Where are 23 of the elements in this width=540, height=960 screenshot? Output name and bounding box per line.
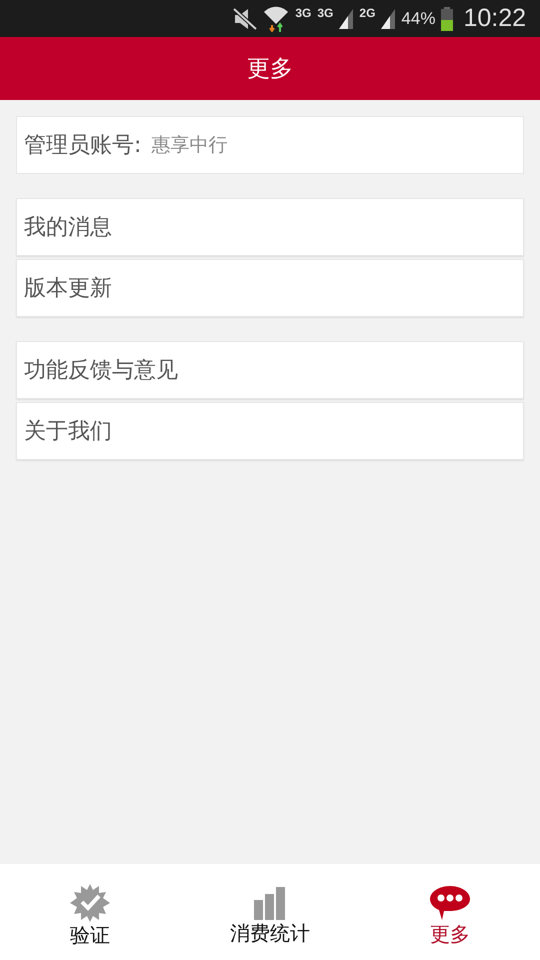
- signal-icon: [339, 8, 354, 28]
- verified-seal-icon: [70, 884, 110, 922]
- nav-tab[interactable]: 更多: [360, 864, 540, 960]
- battery-percent: 44%: [401, 8, 436, 28]
- network-type: 2G: [359, 6, 376, 20]
- network-type: 3G: [295, 6, 312, 20]
- chat-bubble-icon: [429, 885, 471, 921]
- account-value: 惠享中行: [151, 133, 228, 158]
- muted-speaker-icon: [233, 8, 258, 30]
- page-title: 更多: [247, 55, 293, 84]
- network-type: 3G: [317, 6, 334, 20]
- bar-chart-icon: [253, 886, 287, 920]
- battery-icon: [441, 6, 454, 30]
- signal-icon: [381, 8, 396, 28]
- menu-item[interactable]: 我的消息: [16, 198, 524, 256]
- clock: 10:22: [463, 4, 526, 33]
- account-label: 管理员账号:: [24, 132, 142, 160]
- wifi-icon: [263, 6, 290, 32]
- menu-item[interactable]: 版本更新: [16, 259, 524, 317]
- nav-tab[interactable]: 消费统计: [180, 864, 360, 960]
- menu-item[interactable]: 功能反馈与意见: [16, 341, 524, 399]
- nav-tab[interactable]: 验证: [0, 864, 180, 960]
- menu-item[interactable]: 关于我们: [16, 402, 524, 460]
